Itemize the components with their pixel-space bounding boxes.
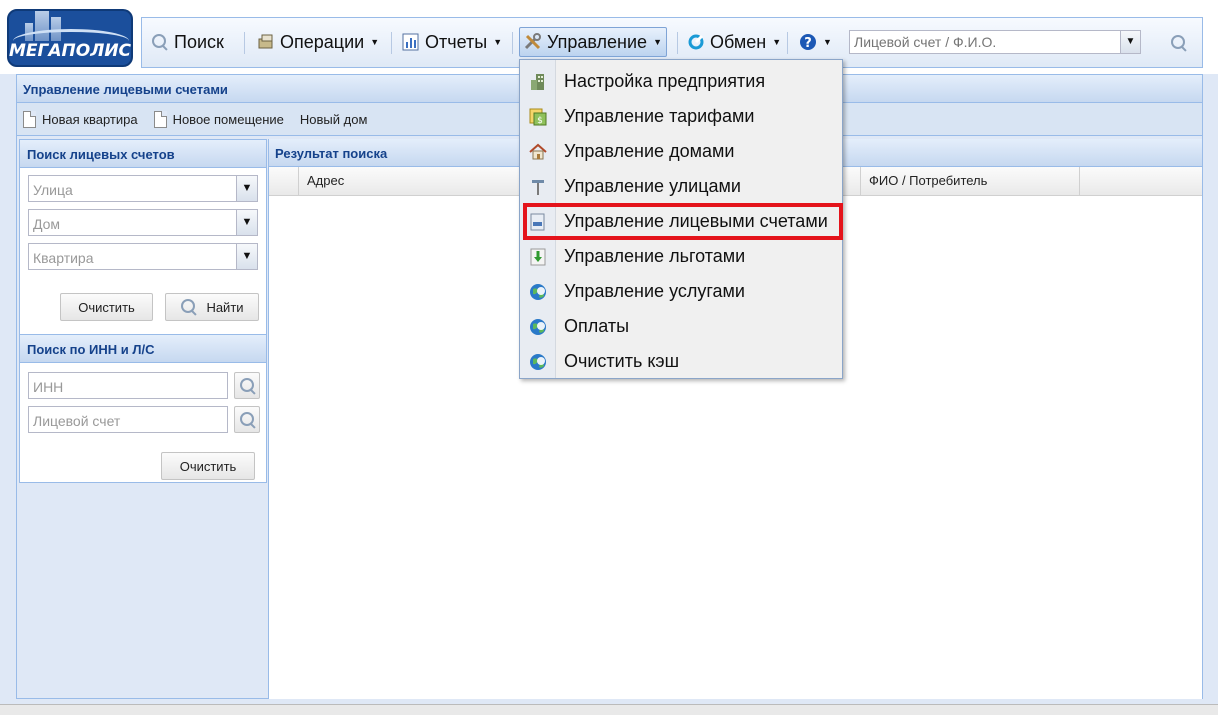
chevron-down-icon[interactable]: ▼ bbox=[1120, 31, 1140, 53]
menu-item-label: Управление лицевыми счетами bbox=[564, 211, 828, 231]
globe-icon bbox=[529, 283, 547, 301]
search-icon bbox=[1170, 34, 1188, 52]
consumer-column-header[interactable]: ФИО / Потребитель bbox=[861, 167, 1080, 195]
menu-item-payments[interactable]: Оплаты bbox=[520, 309, 842, 344]
enterprise-settings-icon bbox=[529, 73, 547, 91]
menu-item-label: Управление услугами bbox=[564, 281, 745, 301]
house-placeholder: Дом bbox=[33, 216, 61, 232]
clear-address-label: Очистить bbox=[78, 299, 135, 315]
street-combo[interactable]: Улица ▼ bbox=[28, 175, 258, 202]
menu-item-houses[interactable]: Управление домами bbox=[520, 134, 842, 169]
reports-chart-icon bbox=[402, 33, 420, 51]
find-label: Найти bbox=[206, 299, 244, 315]
management-menu-button[interactable]: Управление ▼ bbox=[519, 27, 667, 57]
exchange-refresh-icon bbox=[687, 33, 705, 51]
clear-inn-button[interactable]: Очистить bbox=[161, 452, 255, 480]
operations-icon bbox=[257, 33, 275, 51]
exchange-menu-button[interactable]: Обмен ▼ bbox=[682, 27, 786, 57]
account-search-combo[interactable]: ▼ bbox=[849, 30, 1141, 54]
tariffs-icon: $ bbox=[529, 108, 547, 126]
document-icon bbox=[23, 110, 36, 128]
help-icon: ? bbox=[799, 33, 817, 51]
menu-item-clear-cache[interactable]: Очистить кэш bbox=[520, 344, 842, 379]
reports-menu-button[interactable]: Отчеты ▼ bbox=[397, 27, 507, 57]
menu-item-tariffs[interactable]: $ Управление тарифами bbox=[520, 99, 842, 134]
operations-menu-label: Операции bbox=[280, 31, 365, 52]
new-house-button[interactable]: Новый дом bbox=[300, 112, 368, 127]
new-house-label: Новый дом bbox=[299, 111, 368, 127]
svg-text:$: $ bbox=[537, 116, 543, 126]
clear-address-button[interactable]: Очистить bbox=[60, 293, 153, 321]
management-menu-label: Управление bbox=[547, 31, 648, 52]
globe-icon bbox=[529, 318, 547, 336]
benefits-download-icon bbox=[529, 248, 547, 266]
street-placeholder: Улица bbox=[33, 182, 73, 198]
reports-menu-label: Отчеты bbox=[425, 31, 488, 52]
account-search-panel: Поиск лицевых счетов Улица ▼ Дом ▼ Кварт… bbox=[19, 139, 267, 335]
apartment-placeholder: Квартира bbox=[33, 250, 94, 266]
exchange-menu-label: Обмен bbox=[710, 31, 767, 52]
new-apartment-label: Новая квартира bbox=[42, 111, 138, 127]
account-search-button[interactable] bbox=[1168, 32, 1190, 54]
chevron-down-icon[interactable]: ▼ bbox=[236, 210, 257, 235]
menu-item-streets[interactable]: Управление улицами bbox=[520, 169, 842, 204]
menu-item-label: Управление домами bbox=[564, 141, 735, 161]
chevron-down-icon[interactable]: ▼ bbox=[236, 244, 257, 269]
inn-search-title: Поиск по ИНН и Л/С bbox=[20, 335, 266, 363]
menu-item-enterprise-settings[interactable]: Настройка предприятия bbox=[520, 64, 842, 99]
search-icon bbox=[180, 298, 198, 316]
menu-item-label: Управление льготами bbox=[564, 246, 746, 266]
bottom-status-bar bbox=[0, 704, 1218, 715]
row-number-column bbox=[269, 167, 299, 195]
account-search-title: Поиск лицевых счетов bbox=[20, 140, 266, 168]
clear-inn-label: Очистить bbox=[179, 458, 237, 474]
account-number-search-button[interactable] bbox=[234, 406, 260, 433]
globe-icon bbox=[529, 353, 547, 371]
house-combo[interactable]: Дом ▼ bbox=[28, 209, 258, 236]
menu-item-services[interactable]: Управление услугами bbox=[520, 274, 842, 309]
account-search-input[interactable] bbox=[850, 31, 1120, 53]
svg-text:?: ? bbox=[804, 36, 812, 51]
inn-input[interactable]: ИНН bbox=[28, 372, 228, 399]
search-icon bbox=[239, 411, 257, 429]
street-sign-icon bbox=[529, 178, 547, 196]
menu-item-label: Управление улицами bbox=[564, 176, 741, 196]
left-search-column: Поиск лицевых счетов Улица ▼ Дом ▼ Кварт… bbox=[19, 139, 267, 699]
help-menu-button[interactable]: ? ▼ bbox=[794, 27, 837, 57]
apartment-combo[interactable]: Квартира ▼ bbox=[28, 243, 258, 270]
new-apartment-button[interactable]: Новая квартира bbox=[23, 110, 138, 128]
search-menu-label: Поиск bbox=[174, 31, 224, 52]
search-icon bbox=[151, 33, 169, 51]
menu-item-benefits[interactable]: Управление льготами bbox=[520, 239, 842, 274]
house-icon bbox=[529, 143, 547, 161]
operations-menu-button[interactable]: Операции ▼ bbox=[252, 27, 384, 57]
menu-item-label: Оплаты bbox=[564, 316, 630, 336]
document-icon bbox=[153, 110, 167, 128]
inn-search-panel: Поиск по ИНН и Л/С ИНН Лицевой счет Очис… bbox=[19, 335, 267, 483]
account-number-input[interactable]: Лицевой счет bbox=[28, 406, 228, 433]
new-premises-button[interactable]: Новое помещение bbox=[153, 110, 284, 128]
inn-search-button[interactable] bbox=[234, 372, 260, 399]
new-premises-label: Новое помещение bbox=[172, 111, 284, 127]
inn-placeholder: ИНН bbox=[33, 379, 64, 395]
search-menu-button[interactable]: Поиск bbox=[146, 27, 229, 57]
menu-item-label: Очистить кэш bbox=[564, 351, 680, 371]
chevron-down-icon[interactable]: ▼ bbox=[236, 176, 257, 201]
search-icon bbox=[239, 377, 257, 395]
management-dropdown-menu: Настройка предприятия $ Управление тариф… bbox=[519, 59, 843, 379]
logo-text: МЕГАПОЛИС bbox=[9, 41, 132, 61]
menu-item-accounts[interactable]: Управление лицевыми счетами bbox=[523, 203, 843, 240]
tools-icon bbox=[524, 33, 542, 51]
account-card-icon bbox=[529, 213, 547, 231]
account-number-placeholder: Лицевой счет bbox=[33, 413, 121, 429]
menu-item-label: Настройка предприятия bbox=[564, 71, 766, 91]
menu-item-label: Управление тарифами bbox=[564, 106, 755, 126]
app-logo[interactable]: МЕГАПОЛИС bbox=[7, 9, 133, 67]
find-button[interactable]: Найти bbox=[165, 293, 259, 321]
